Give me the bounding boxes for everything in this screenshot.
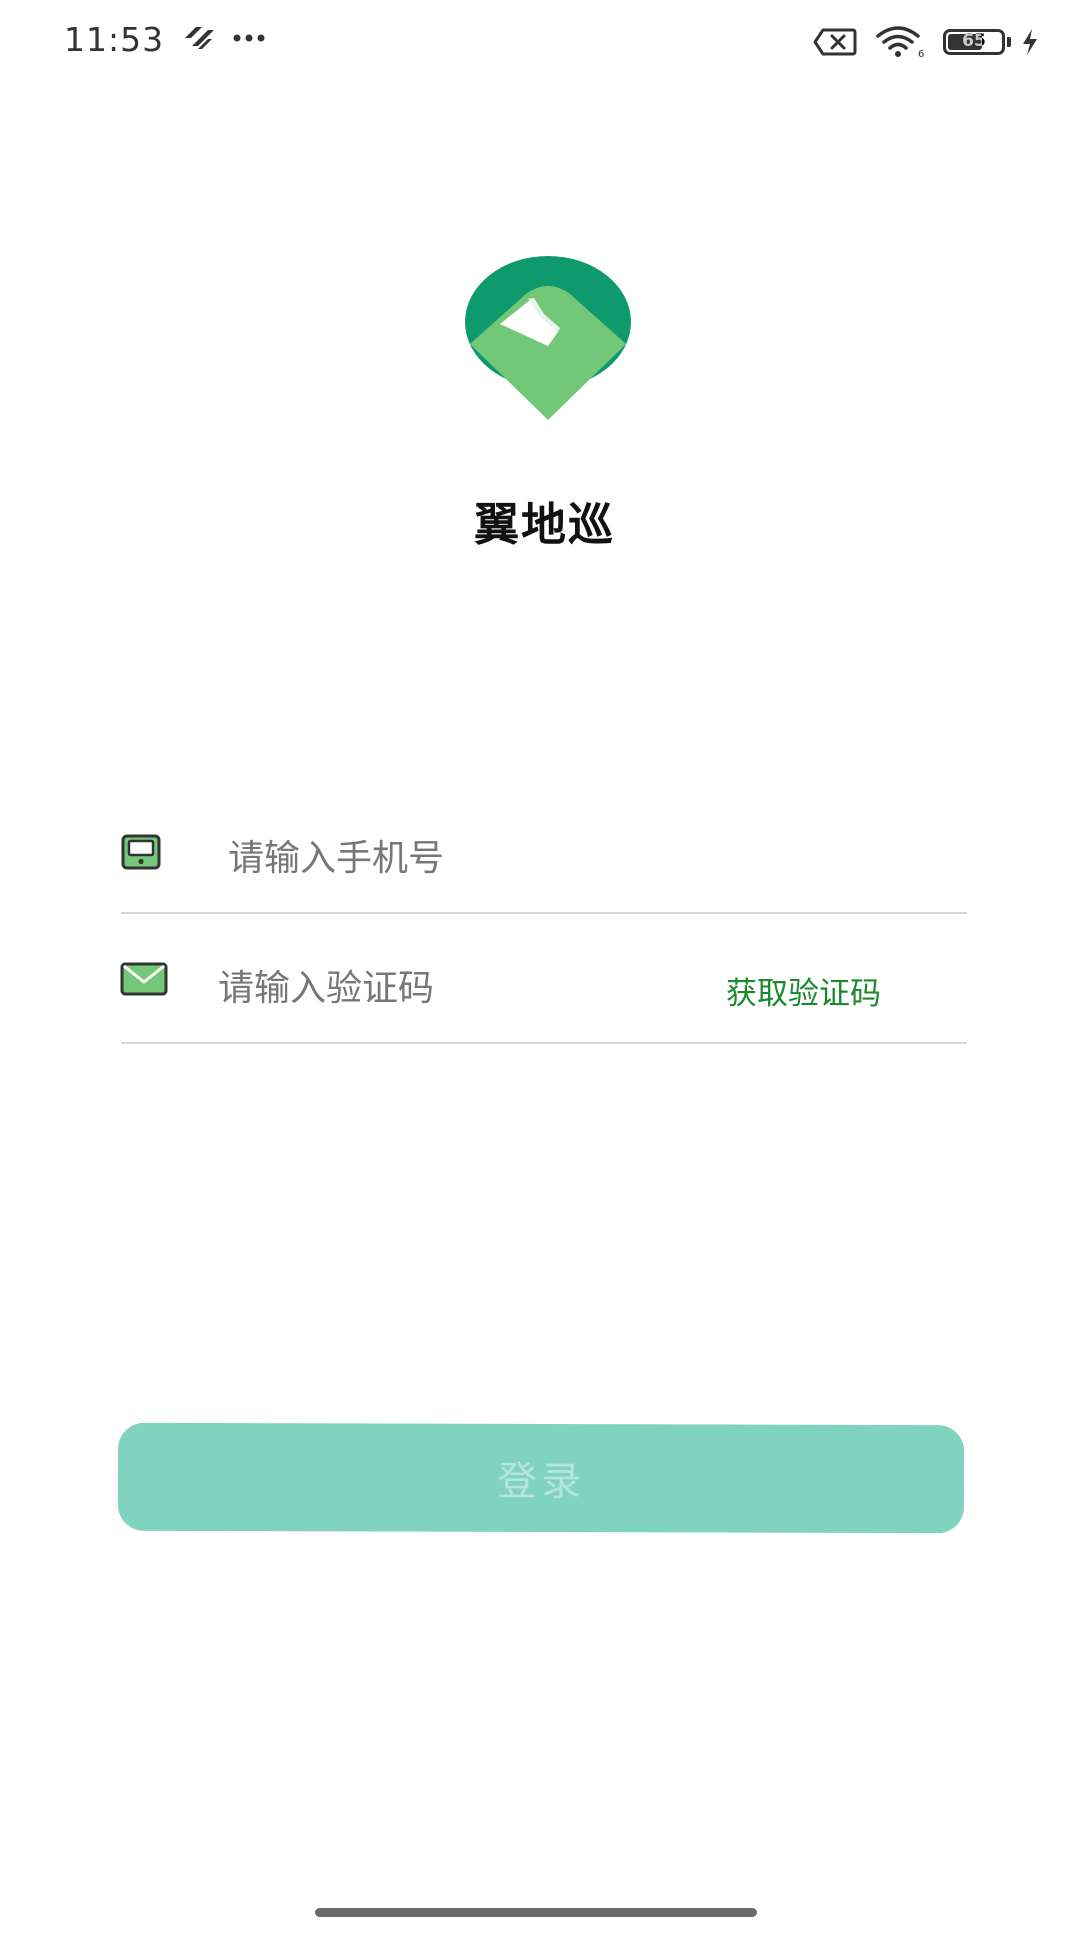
battery-icon: 65 xyxy=(943,29,1005,55)
get-code-button[interactable]: 获取验证码 xyxy=(726,968,881,1013)
app-logo-icon xyxy=(465,256,631,420)
phone-input[interactable] xyxy=(228,830,928,886)
mail-icon xyxy=(120,962,168,996)
app-notification-icon xyxy=(185,27,214,49)
charging-icon xyxy=(1023,29,1037,55)
home-indicator[interactable] xyxy=(315,1908,757,1917)
code-row: 获取验证码 xyxy=(120,934,967,1044)
login-button[interactable]: 登录 xyxy=(117,1422,965,1534)
wifi-icon: 6 xyxy=(876,26,924,58)
phone-row xyxy=(121,804,967,914)
no-sim-icon xyxy=(813,28,857,56)
app-name: 翼地巡 xyxy=(473,498,615,551)
status-right-icons: 6 65 xyxy=(813,26,1039,58)
svg-text:6: 6 xyxy=(918,49,924,58)
verification-code-input[interactable] xyxy=(218,960,678,1016)
status-time: 11:53 xyxy=(64,20,165,59)
battery-level-text: 65 xyxy=(962,31,986,51)
battery-group: 65 xyxy=(943,29,1011,55)
battery-cap xyxy=(1007,37,1011,47)
status-left-icons xyxy=(182,24,266,52)
status-bar: 11:53 6 65 xyxy=(0,0,1089,84)
phone-icon xyxy=(121,834,161,870)
more-dots-icon xyxy=(233,34,265,42)
